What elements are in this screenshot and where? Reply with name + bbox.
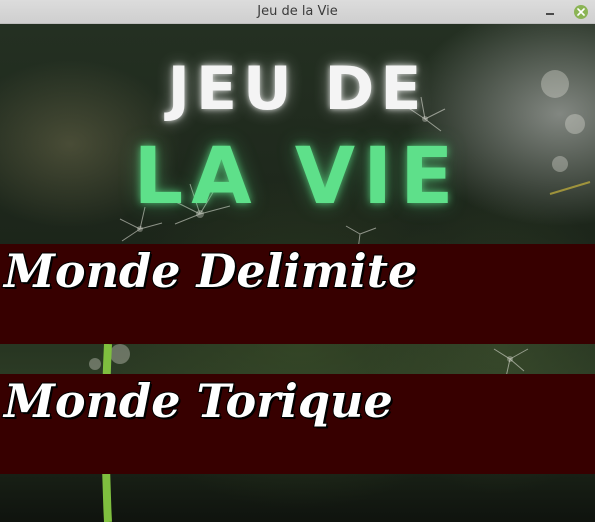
title-bar: Jeu de la Vie — [0, 0, 595, 24]
game-title-line1: JEU DE — [167, 54, 428, 124]
minimize-icon — [546, 13, 554, 15]
game-title-line2: LA VIE — [133, 132, 462, 222]
close-button[interactable] — [573, 4, 589, 20]
app-window: Jeu de la Vie JEU DE LA VIE Monde Delimi… — [0, 0, 595, 522]
toric-world-label: Monde Torique — [3, 373, 394, 429]
bounded-world-label: Monde Delimite — [3, 243, 418, 299]
window-title: Jeu de la Vie — [257, 4, 338, 19]
toric-world-button[interactable]: Monde Torique — [0, 373, 595, 474]
minimize-button[interactable] — [542, 4, 558, 20]
close-icon — [574, 5, 588, 19]
bounded-world-button[interactable]: Monde Delimite — [0, 243, 595, 344]
